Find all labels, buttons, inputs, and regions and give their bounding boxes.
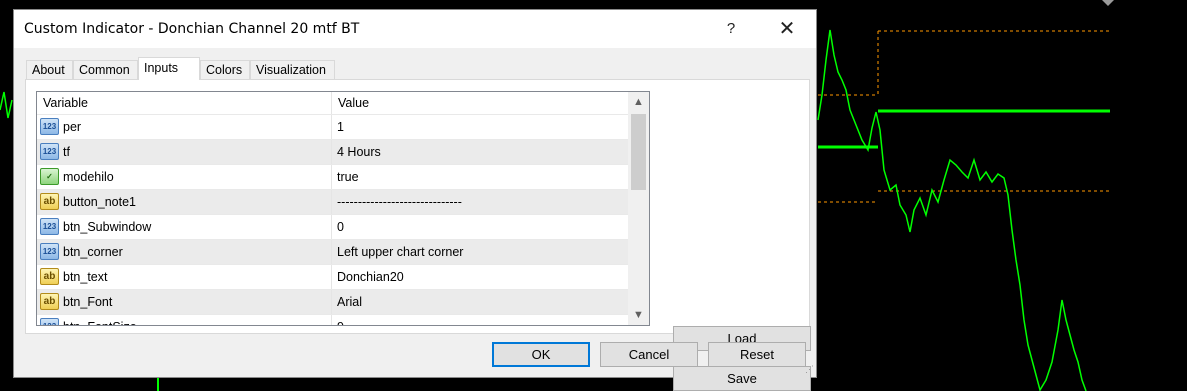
window-title: Custom Indicator - Donchian Channel 20 m…	[24, 21, 360, 37]
table-row[interactable]: 123 per 1	[37, 114, 628, 139]
string-type-icon: ab	[40, 293, 59, 310]
table-row[interactable]: 123 btn_FontSize 9	[37, 314, 628, 325]
variable-value[interactable]: 0	[337, 215, 627, 239]
grid-rows: 123 per 1 123 tf 4 Hours ✓ modehilo true ab button…	[37, 114, 628, 325]
table-row[interactable]: 123 tf 4 Hours	[37, 139, 628, 164]
table-row[interactable]: ✓ modehilo true	[37, 164, 628, 189]
grid-header: Variable Value	[37, 92, 628, 114]
variable-name: btn_Subwindow	[63, 220, 152, 234]
column-divider	[331, 290, 332, 314]
tab-common[interactable]: Common	[73, 60, 138, 79]
table-row[interactable]: ab btn_text Donchian20	[37, 264, 628, 289]
column-divider	[331, 190, 332, 214]
variable-name: btn_Font	[63, 295, 113, 309]
variable-value[interactable]: Arial	[337, 290, 627, 314]
table-row[interactable]: ab btn_Font Arial	[37, 289, 628, 314]
tab-about[interactable]: About	[26, 60, 73, 79]
save-button[interactable]: Save	[673, 366, 811, 391]
variable-name: btn_text	[63, 270, 108, 284]
variable-name: tf	[63, 145, 70, 159]
reset-button[interactable]: Reset	[708, 342, 806, 367]
number-type-icon: 123	[40, 318, 59, 325]
variable-value[interactable]: 9	[337, 315, 627, 325]
vertical-scrollbar[interactable]: ▲ ▼	[628, 92, 649, 325]
close-button[interactable]: ✕	[764, 10, 810, 48]
variable-value[interactable]: ------------------------------	[337, 190, 627, 214]
tab-inputs[interactable]: Inputs	[138, 57, 200, 80]
inputs-grid: Variable Value 123 per 1 123 tf 4 Hours ✓ modeh…	[36, 91, 650, 326]
price-line	[817, 29, 1087, 391]
bool-type-icon: ✓	[40, 168, 59, 185]
number-type-icon: 123	[40, 118, 59, 135]
column-divider	[331, 315, 332, 325]
variable-name: btn_FontSize	[63, 315, 331, 325]
close-icon: ✕	[778, 18, 796, 40]
variable-name: button_note1	[63, 195, 136, 209]
variable-value[interactable]: true	[337, 165, 627, 189]
variable-value[interactable]: 4 Hours	[337, 140, 627, 164]
string-type-icon: ab	[40, 193, 59, 210]
column-divider	[331, 240, 332, 264]
number-type-icon: 123	[40, 243, 59, 260]
scroll-thumb[interactable]	[631, 114, 646, 190]
inputs-panel: Variable Value 123 per 1 123 tf 4 Hours ✓ modeh…	[25, 79, 811, 391]
variable-value[interactable]: Donchian20	[337, 265, 627, 289]
column-divider	[331, 140, 332, 164]
price-line-left-edge	[0, 91, 13, 119]
help-button[interactable]: ?	[708, 10, 754, 48]
table-row[interactable]: 123 btn_corner Left upper chart corner	[37, 239, 628, 264]
column-divider	[331, 265, 332, 289]
ok-button[interactable]: OK	[492, 342, 590, 367]
variable-value[interactable]: Left upper chart corner	[337, 240, 627, 264]
string-type-icon: ab	[40, 268, 59, 285]
column-header-variable[interactable]: Variable	[37, 92, 332, 114]
custom-indicator-dialog: Custom Indicator - Donchian Channel 20 m…	[13, 9, 817, 391]
table-row[interactable]: ab button_note1 --------------------------…	[37, 189, 628, 214]
tab-visualization[interactable]: Visualization	[250, 60, 335, 79]
variable-name: per	[63, 120, 82, 134]
scroll-down-icon[interactable]: ▼	[628, 305, 649, 325]
column-divider	[331, 115, 332, 139]
variable-name: btn_corner	[63, 245, 123, 259]
cancel-button[interactable]: Cancel	[600, 342, 698, 367]
column-header-value[interactable]: Value	[332, 92, 628, 114]
title-bar[interactable]: Custom Indicator - Donchian Channel 20 m…	[14, 10, 816, 48]
number-type-icon: 123	[40, 218, 59, 235]
number-type-icon: 123	[40, 143, 59, 160]
variable-value[interactable]: 1	[337, 115, 627, 139]
tab-colors[interactable]: Colors	[200, 60, 250, 79]
column-divider	[331, 215, 332, 239]
variable-name: modehilo	[63, 170, 114, 184]
scroll-up-icon[interactable]: ▲	[628, 92, 649, 112]
resize-grip-icon[interactable]: ⋰	[805, 364, 814, 375]
column-divider	[331, 165, 332, 189]
table-row[interactable]: 123 btn_Subwindow 0	[37, 214, 628, 239]
chart-scroll-marker	[1102, 0, 1114, 6]
